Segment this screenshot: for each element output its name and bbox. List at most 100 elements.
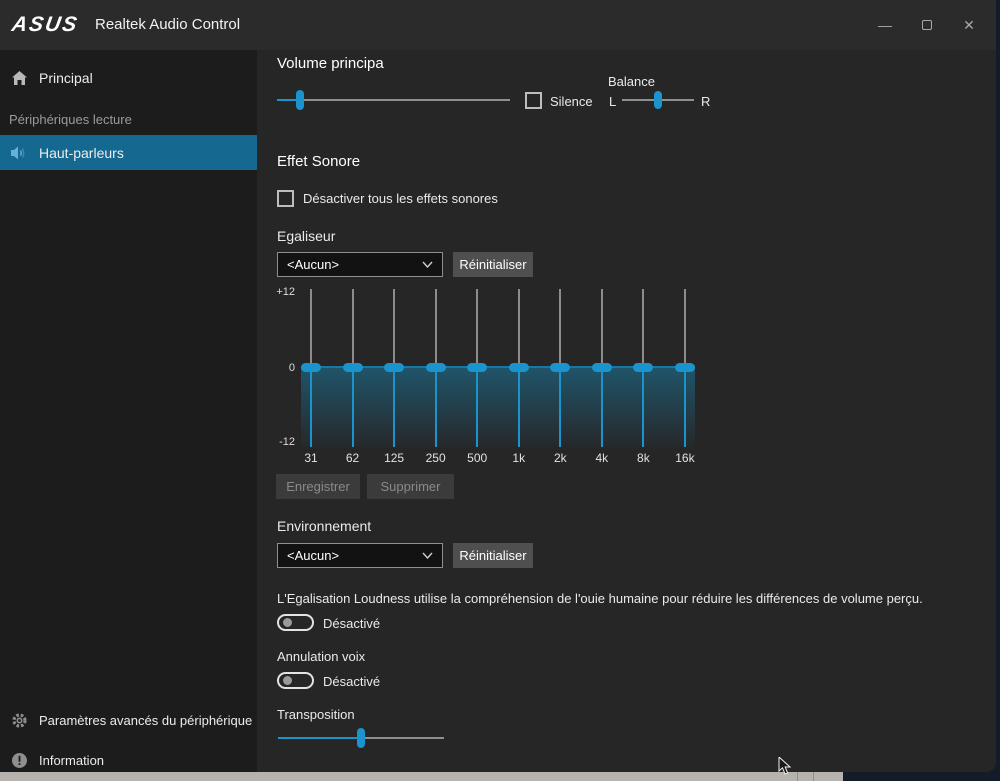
- eq-slider-handle[interactable]: [343, 363, 363, 372]
- volume-slider-handle[interactable]: [296, 90, 304, 110]
- voice-cancellation-toggle[interactable]: [277, 672, 314, 689]
- equalizer-panel: 31621252505001k2k4k8k16k +120-12: [271, 286, 711, 472]
- disable-effects-checkbox[interactable]: [277, 190, 294, 207]
- environment-label: Environnement: [277, 518, 371, 534]
- home-icon: [10, 69, 28, 87]
- eq-band-slider-2k[interactable]: 2k: [550, 286, 570, 472]
- sidebar: Principal Périphériques lecture Haut-par…: [0, 50, 257, 772]
- silence-checkbox[interactable]: [525, 92, 542, 109]
- eq-band-label: 2k: [540, 451, 580, 465]
- eq-scale-label: 0: [271, 362, 295, 374]
- chevron-down-icon: [422, 552, 433, 559]
- eq-band-slider-500[interactable]: 500: [467, 286, 487, 472]
- eq-band-label: 4k: [582, 451, 622, 465]
- eq-band-label: 1k: [499, 451, 539, 465]
- environment-reset-button[interactable]: Réinitialiser: [453, 543, 533, 568]
- delete-preset-button[interactable]: Supprimer: [367, 474, 454, 499]
- sidebar-item-information[interactable]: Information: [0, 743, 257, 772]
- volume-slider[interactable]: [277, 99, 510, 101]
- eq-slider-handle[interactable]: [509, 363, 529, 372]
- main-content: Volume principa Silence Balance L R Effe…: [257, 50, 996, 772]
- eq-band-slider-31[interactable]: 31: [301, 286, 321, 472]
- sidebar-item-advanced-settings[interactable]: Paramètres avancés du périphérique: [0, 703, 257, 738]
- eq-track-upper: [601, 289, 603, 368]
- gear-icon: [10, 712, 28, 730]
- sidebar-section-playback: Périphériques lecture: [9, 112, 132, 127]
- eq-slider-handle[interactable]: [633, 363, 653, 372]
- scrollbar-divider: [797, 772, 798, 781]
- chevron-down-icon: [422, 261, 433, 268]
- equalizer-preset-value: <Aucun>: [287, 257, 339, 272]
- balance-slider-handle[interactable]: [654, 91, 662, 109]
- maximize-button[interactable]: [906, 10, 948, 40]
- asus-logo: ASUS: [10, 13, 81, 37]
- eq-slider-handle[interactable]: [675, 363, 695, 372]
- sidebar-item-principal[interactable]: Principal: [0, 60, 257, 95]
- eq-slider-handle[interactable]: [592, 363, 612, 372]
- disable-effects-label: Désactiver tous les effets sonores: [303, 191, 498, 206]
- eq-band-slider-8k[interactable]: 8k: [633, 286, 653, 472]
- eq-track-upper: [435, 289, 437, 368]
- maximize-icon: [922, 20, 932, 30]
- sidebar-item-speakers[interactable]: Haut-parleurs: [0, 135, 257, 170]
- eq-band-label: 125: [374, 451, 414, 465]
- eq-track-upper: [476, 289, 478, 368]
- loudness-toggle[interactable]: [277, 614, 314, 631]
- eq-band-slider-62[interactable]: 62: [343, 286, 363, 472]
- equalizer-label: Egaliseur: [277, 228, 335, 244]
- eq-track-lower: [393, 368, 395, 447]
- eq-band-slider-125[interactable]: 125: [384, 286, 404, 472]
- eq-track-lower: [684, 368, 686, 447]
- eq-band-slider-16k[interactable]: 16k: [675, 286, 695, 472]
- eq-track-upper: [518, 289, 520, 368]
- eq-slider-handle[interactable]: [426, 363, 446, 372]
- titlebar: ASUS Realtek Audio Control — ✕: [0, 0, 996, 50]
- voice-cancellation-state-label: Désactivé: [323, 674, 380, 689]
- eq-slider-handle[interactable]: [384, 363, 404, 372]
- eq-track-lower: [518, 368, 520, 447]
- sidebar-item-label: Principal: [39, 70, 93, 86]
- eq-band-slider-1k[interactable]: 1k: [509, 286, 529, 472]
- balance-slider[interactable]: [622, 99, 694, 101]
- close-button[interactable]: ✕: [948, 10, 990, 40]
- loudness-description: L'Egalisation Loudness utilise la compré…: [277, 591, 927, 606]
- transposition-slider[interactable]: [278, 737, 444, 739]
- balance-slider-fill: [622, 99, 658, 101]
- eq-track-upper: [684, 289, 686, 368]
- eq-band-slider-250[interactable]: 250: [426, 286, 446, 472]
- horizontal-scrollbar[interactable]: [0, 772, 843, 781]
- environment-preset-dropdown[interactable]: <Aucun>: [277, 543, 443, 568]
- window-controls: — ✕: [864, 0, 990, 50]
- eq-band-label: 500: [457, 451, 497, 465]
- eq-track-lower: [642, 368, 644, 447]
- eq-band-label: 16k: [665, 451, 705, 465]
- eq-band-slider-4k[interactable]: 4k: [592, 286, 612, 472]
- eq-band-label: 8k: [623, 451, 663, 465]
- sidebar-item-label: Paramètres avancés du périphérique: [39, 713, 252, 728]
- eq-slider-handle[interactable]: [467, 363, 487, 372]
- eq-slider-handle[interactable]: [301, 363, 321, 372]
- eq-slider-handle[interactable]: [550, 363, 570, 372]
- toggle-knob: [283, 618, 292, 627]
- minimize-button[interactable]: —: [864, 10, 906, 40]
- equalizer-preset-dropdown[interactable]: <Aucun>: [277, 252, 443, 277]
- eq-scale-label: +12: [271, 286, 295, 298]
- loudness-state-label: Désactivé: [323, 616, 380, 631]
- silence-label: Silence: [550, 94, 593, 109]
- balance-label: Balance: [608, 74, 655, 89]
- save-preset-button[interactable]: Enregistrer: [276, 474, 360, 499]
- eq-track-lower: [476, 368, 478, 447]
- eq-bands: 31621252505001k2k4k8k16k: [301, 286, 695, 472]
- app-window: ASUS Realtek Audio Control — ✕ Principal…: [0, 0, 996, 772]
- eq-band-label: 250: [416, 451, 456, 465]
- sidebar-item-label: Information: [39, 753, 104, 768]
- app-title: Realtek Audio Control: [95, 16, 240, 33]
- environment-preset-value: <Aucun>: [287, 548, 339, 563]
- equalizer-reset-button[interactable]: Réinitialiser: [453, 252, 533, 277]
- eq-band-label: 31: [291, 451, 331, 465]
- transposition-slider-handle[interactable]: [357, 728, 365, 748]
- balance-left-label: L: [609, 94, 616, 109]
- eq-track-upper: [352, 289, 354, 368]
- eq-track-upper: [393, 289, 395, 368]
- info-icon: [10, 752, 28, 770]
